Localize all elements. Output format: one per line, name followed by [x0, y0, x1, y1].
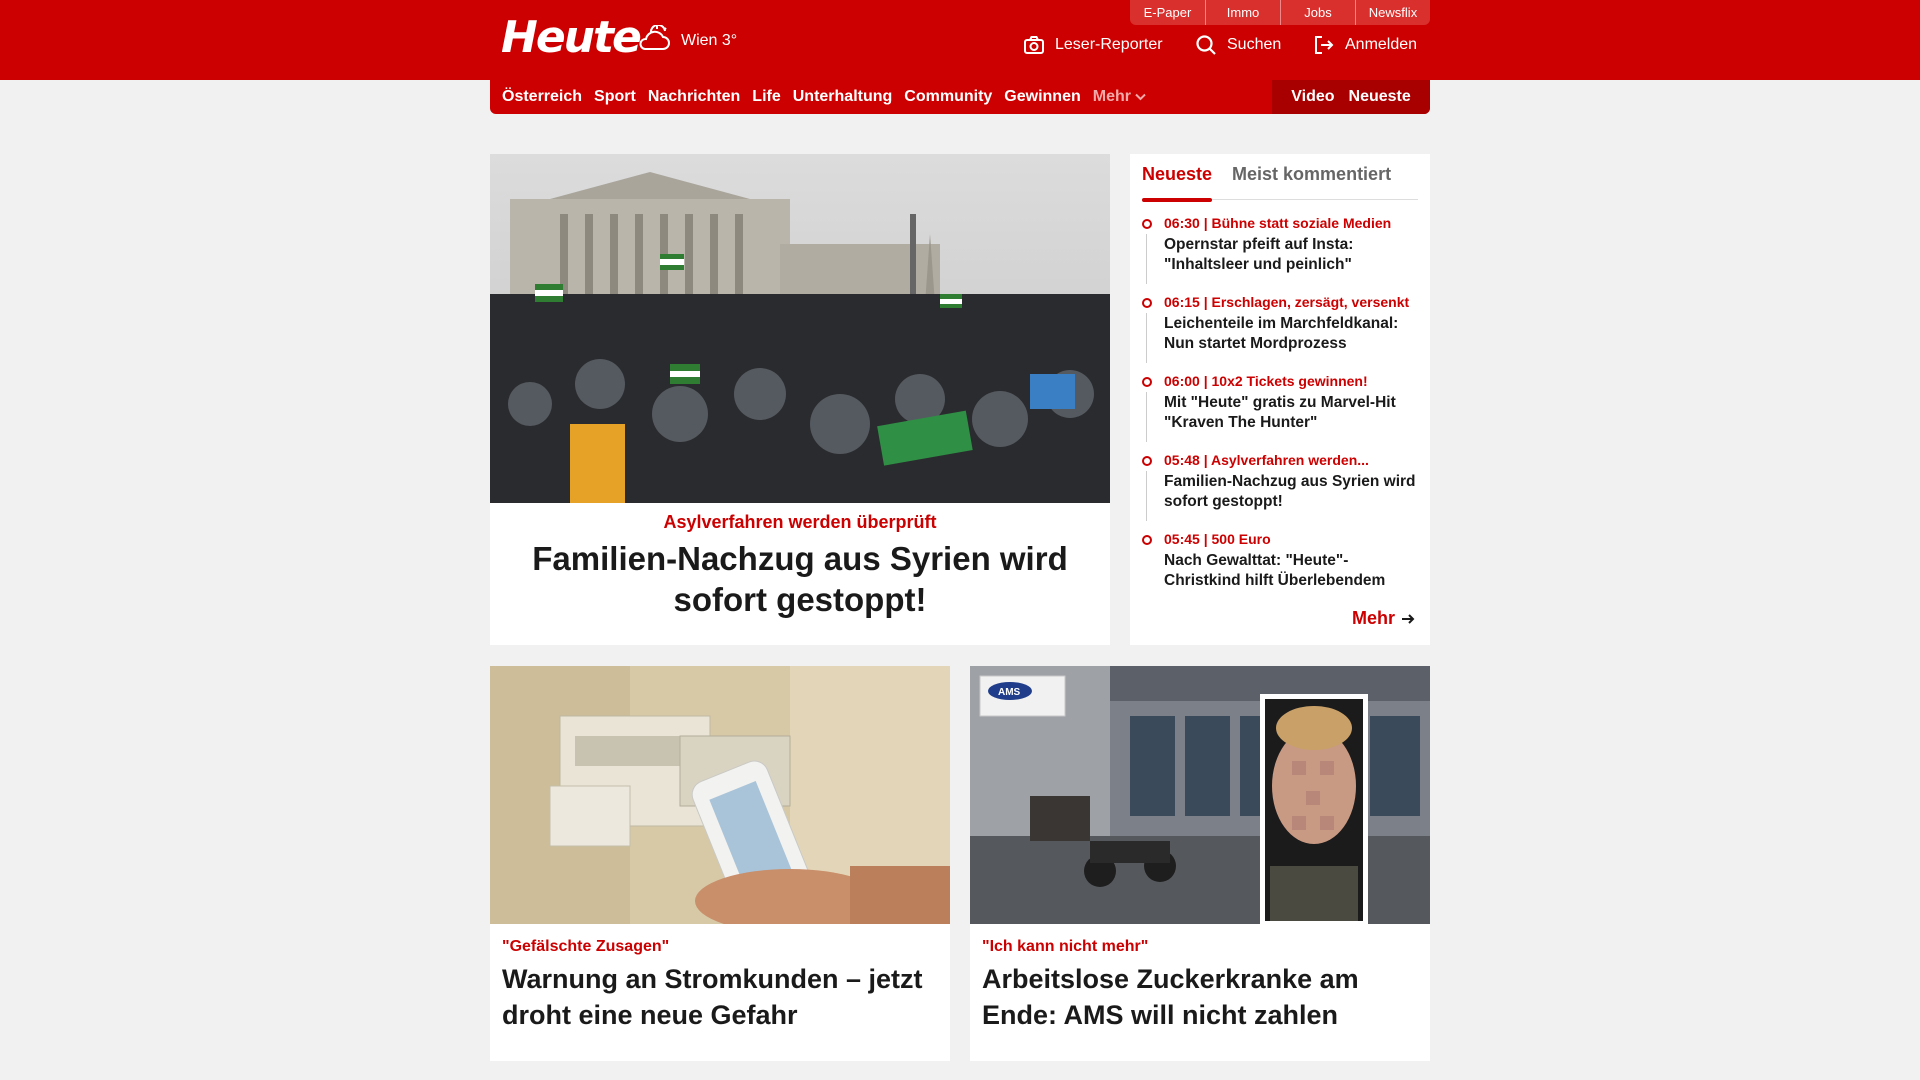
latest-news-sidebar: Neueste Meist kommentiert 06:30 | Bühne … [1130, 154, 1430, 645]
nav-item-community[interactable]: Community [904, 88, 992, 106]
site-header: Heute Wien 3° E-Paper Immo Jobs Newsflix… [0, 0, 1920, 80]
login-label: Anmelden [1345, 36, 1418, 53]
top-link-immo[interactable]: Immo [1205, 0, 1280, 25]
top-link-epaper[interactable]: E-Paper [1130, 0, 1205, 25]
card-headline[interactable]: Warnung an Stromkunden – jetzt droht ein… [502, 961, 938, 1033]
news-meta: 05:48 | Asylverfahren werden... [1164, 452, 1369, 468]
nav-item-sport[interactable]: Sport [594, 88, 636, 106]
hero-kicker[interactable]: Asylverfahren werden überprüft [490, 512, 1110, 533]
tab-neueste[interactable]: Neueste [1142, 154, 1213, 202]
nav-more-label: Mehr [1092, 88, 1131, 105]
timeline-dot [1142, 219, 1152, 229]
leser-reporter-label: Leser-Reporter [1055, 36, 1163, 53]
leser-reporter-button[interactable]: Leser-Reporter [1023, 34, 1163, 56]
news-item[interactable]: 06:15 | Erschlagen, zersägt, versenkt Le… [1142, 293, 1418, 372]
login-button[interactable]: Anmelden [1313, 34, 1417, 56]
card-headline[interactable]: Arbeitslose Zuckerkranke am Ende: AMS wi… [982, 961, 1418, 1033]
card-kicker[interactable]: "Gefälschte Zusagen" [502, 938, 669, 956]
sidebar-more-link[interactable]: Mehr [1352, 608, 1416, 629]
chevron-down-icon [1135, 93, 1146, 101]
hero-headline[interactable]: Familien-Nachzug aus Syrien wird sofort … [510, 538, 1090, 620]
timeline-line [1146, 471, 1147, 521]
nav-item-unterhaltung[interactable]: Unterhaltung [793, 88, 893, 106]
weather-widget[interactable]: Wien 3° [637, 25, 737, 57]
nav-item-nachrichten[interactable]: Nachrichten [648, 88, 740, 106]
news-meta: 06:30 | Bühne statt soziale Medien [1164, 215, 1392, 231]
news-item[interactable]: 06:30 | Bühne statt soziale Medien Opern… [1142, 214, 1418, 293]
card-image[interactable]: AMS [970, 666, 1430, 924]
cloud-sun-icon [639, 25, 670, 50]
login-icon [1315, 36, 1334, 54]
news-headline[interactable]: Leichenteile im Marchfeldkanal: Nun star… [1164, 314, 1418, 354]
news-item[interactable]: 05:48 | Asylverfahren werden... Familien… [1142, 451, 1418, 530]
hero-image[interactable] [490, 154, 1110, 503]
ams-sign-text: AMS [998, 687, 1021, 698]
news-headline[interactable]: Mit "Heute" gratis zu Marvel-Hit "Kraven… [1164, 393, 1418, 433]
timeline-dot [1142, 377, 1152, 387]
camera-icon [1024, 36, 1044, 54]
sidebar-tabs: Neueste Meist kommentiert [1142, 154, 1418, 202]
timeline-line [1146, 313, 1147, 363]
news-meta: 06:15 | Erschlagen, zersägt, versenkt [1164, 294, 1410, 310]
news-meta: 05:45 | 500 Euro [1164, 531, 1271, 547]
top-links: E-Paper Immo Jobs Newsflix [1130, 0, 1430, 25]
timeline-line [1146, 234, 1147, 284]
nav-item-oesterreich[interactable]: Österreich [502, 88, 582, 106]
card-kicker[interactable]: "Ich kann nicht mehr" [982, 938, 1148, 956]
top-link-newsflix[interactable]: Newsflix [1355, 0, 1430, 25]
nav-video-link[interactable]: Video [1291, 88, 1334, 106]
news-headline[interactable]: Opernstar pfeift auf Insta: "Inhaltsleer… [1164, 235, 1418, 275]
top-link-jobs[interactable]: Jobs [1280, 0, 1355, 25]
arrow-right-icon [1402, 613, 1415, 624]
search-icon [1196, 35, 1216, 55]
weather-text: Wien 3° [681, 32, 738, 49]
news-meta: 06:00 | 10x2 Tickets gewinnen! [1164, 373, 1368, 389]
nav-item-gewinnen[interactable]: Gewinnen [1004, 88, 1080, 106]
timeline-dot [1142, 535, 1152, 545]
news-item[interactable]: 06:00 | 10x2 Tickets gewinnen! Mit "Heut… [1142, 372, 1418, 451]
timeline-dot [1142, 298, 1152, 308]
nav-latest-link[interactable]: Neueste [1349, 88, 1411, 106]
news-headline[interactable]: Familien-Nachzug aus Syrien wird sofort … [1164, 472, 1418, 512]
heute-logo[interactable]: Heute [501, 12, 642, 63]
nav-item-life[interactable]: Life [752, 88, 780, 106]
card-image[interactable] [490, 666, 950, 924]
hero-article[interactable]: Asylverfahren werden überprüft Familien-… [490, 154, 1110, 645]
nav-right-group: Video Neueste [1272, 80, 1430, 114]
main-nav: Österreich Sport Nachrichten Life Unterh… [490, 80, 1430, 114]
timeline-line [1146, 392, 1147, 442]
nav-more-dropdown[interactable]: Mehr [1093, 88, 1146, 106]
timeline-dot [1142, 456, 1152, 466]
article-card-ams[interactable]: AMS "Ich kann nicht mehr" Arbeitslose Zu… [970, 666, 1430, 1061]
search-button[interactable]: Suchen [1195, 34, 1281, 56]
news-item[interactable]: 05:45 | 500 Euro Nach Gewalttat: "Heute"… [1142, 530, 1418, 609]
news-list: 06:30 | Bühne statt soziale Medien Opern… [1142, 214, 1418, 609]
article-card-stromkunden[interactable]: "Gefälschte Zusagen" Warnung an Stromkun… [490, 666, 950, 1061]
news-headline[interactable]: Nach Gewalttat: "Heute"-Christkind hilft… [1164, 551, 1418, 591]
tab-meist-kommentiert[interactable]: Meist kommentiert [1232, 154, 1391, 200]
search-label: Suchen [1227, 36, 1282, 53]
sidebar-more-label: Mehr [1351, 608, 1395, 628]
